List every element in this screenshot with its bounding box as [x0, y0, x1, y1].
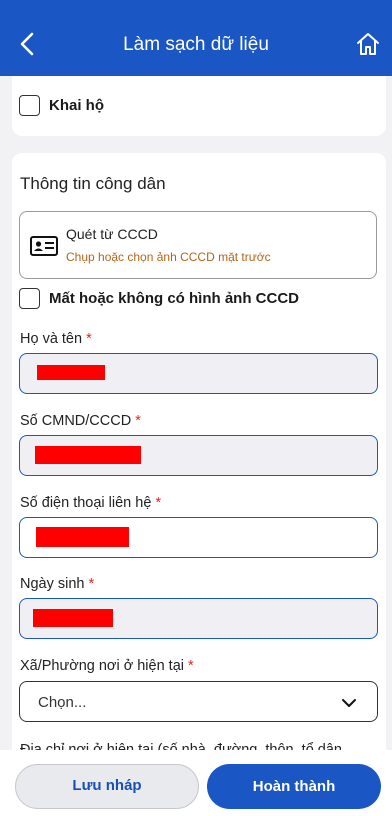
fullname-input[interactable] — [19, 353, 378, 394]
page-title: Làm sạch dữ liệu — [123, 34, 269, 55]
redacted-value — [33, 609, 113, 627]
app-header: Làm sạch dữ liệu — [0, 0, 392, 76]
fullname-label: Họ và tên * — [20, 331, 92, 347]
scan-title: Quét từ CCCD — [66, 226, 158, 242]
complete-button[interactable]: Hoàn thành — [207, 764, 381, 809]
section-title: Thông tin công dân — [20, 174, 166, 193]
khai-ho-checkbox[interactable] — [19, 95, 40, 116]
dob-label: Ngày sinh * — [20, 576, 95, 592]
ward-select[interactable]: Chọn... — [19, 681, 378, 722]
redacted-value — [35, 446, 141, 464]
id-number-input[interactable] — [19, 435, 378, 476]
missing-cccd-label: Mất hoặc không có hình ảnh CCCD — [49, 290, 299, 307]
redacted-value — [36, 527, 129, 547]
phone-input[interactable] — [19, 517, 378, 558]
khai-ho-label: Khai hộ — [49, 97, 104, 114]
scan-subtitle: Chụp hoặc chọn ảnh CCCD mặt trước — [66, 250, 271, 264]
save-draft-button[interactable]: Lưu nháp — [15, 764, 199, 809]
phone-label: Số điện thoại liên hệ * — [20, 495, 162, 511]
ward-select-value: Chọn... — [38, 694, 87, 711]
redacted-value — [37, 365, 105, 380]
id-number-label: Số CMND/CCCD * — [20, 413, 141, 429]
chevron-down-icon — [342, 699, 356, 707]
back-arrow-icon[interactable] — [14, 30, 42, 58]
missing-cccd-checkbox[interactable] — [19, 288, 40, 309]
dob-input[interactable] — [19, 598, 378, 639]
home-icon[interactable] — [354, 30, 382, 58]
scan-cccd-button[interactable]: Quét từ CCCD Chụp hoặc chọn ảnh CCCD mặt… — [19, 211, 377, 279]
id-card-icon — [30, 236, 58, 256]
ward-label: Xã/Phường nơi ở hiện tại * — [20, 658, 194, 674]
